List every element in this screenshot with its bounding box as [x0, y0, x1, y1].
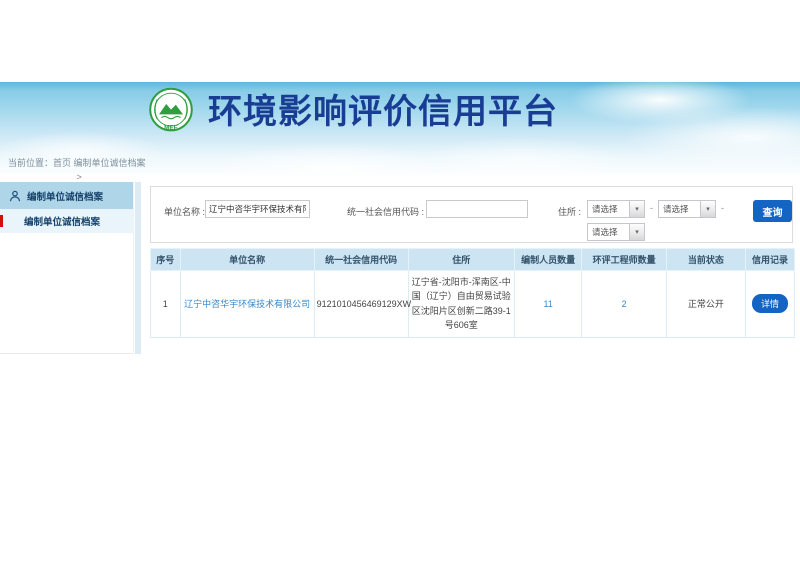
search-panel: 单位名称 : 统一社会信用代码 : 住所 : 请选择 ▾ - 请选择 ▾ - 请… [150, 186, 793, 243]
sidebar-divider [135, 182, 141, 354]
mee-logo-icon: MEE [147, 87, 195, 137]
engineer-count-link[interactable]: 2 [622, 299, 627, 309]
sidebar-item-label: 编制单位诚信档案 [24, 214, 100, 228]
site-title: 环境影响评价信用平台 [208, 87, 558, 137]
breadcrumb-current: 编制单位诚信档案 [74, 158, 146, 168]
dropdown-arrow-icon: ▾ [629, 201, 644, 217]
district-select-value: 请选择 [588, 226, 629, 238]
site-header: MEE 环境影响评价信用平台 当前位置：首页 > 编制单位诚信档案 [0, 82, 800, 176]
detail-button[interactable]: 详情 [752, 294, 788, 313]
city-select-value: 请选择 [659, 203, 700, 215]
sidebar-header-label: 编制单位诚信档案 [27, 189, 103, 203]
col-header-engineer-count: 环评工程师数量 [582, 249, 666, 271]
results-table: 序号 单位名称 统一社会信用代码 住所 编制人员数量 环评工程师数量 当前状态 … [150, 248, 795, 338]
col-header-unit-name: 单位名称 [180, 249, 314, 271]
search-button[interactable]: 查询 [753, 200, 792, 222]
col-header-index: 序号 [151, 249, 181, 271]
cell-address: 辽宁省-沈阳市-浑南区-中国（辽宁）自由贸易试验区沈阳片区创新二路39-1号60… [408, 271, 514, 338]
credit-code-input[interactable] [426, 200, 528, 218]
svg-text:MEE: MEE [164, 125, 179, 132]
staff-count-link[interactable]: 11 [543, 299, 552, 309]
cell-status: 正常公开 [666, 271, 745, 338]
col-header-credit-code: 统一社会信用代码 [314, 249, 408, 271]
table-header-row: 序号 单位名称 统一社会信用代码 住所 编制人员数量 环评工程师数量 当前状态 … [151, 249, 795, 271]
col-header-address: 住所 [408, 249, 514, 271]
col-header-staff-count: 编制人员数量 [514, 249, 582, 271]
col-header-status: 当前状态 [666, 249, 745, 271]
sidebar: 编制单位诚信档案 编制单位诚信档案 [0, 182, 134, 354]
select-separator: - [650, 203, 653, 213]
cell-credit-code: 9121010456469129XW [314, 271, 408, 338]
province-select[interactable]: 请选择 ▾ [587, 200, 645, 218]
credit-code-label: 统一社会信用代码 : [347, 205, 424, 218]
breadcrumb: 当前位置：首页 > 编制单位诚信档案 [8, 156, 146, 169]
user-icon [9, 190, 21, 202]
col-header-credit-record: 信用记录 [746, 249, 795, 271]
cell-index: 1 [151, 271, 181, 338]
unit-name-label: 单位名称 : [164, 205, 205, 218]
sidebar-header: 编制单位诚信档案 [0, 182, 133, 209]
city-select[interactable]: 请选择 ▾ [658, 200, 716, 218]
brand: MEE 环境影响评价信用平台 [147, 87, 558, 137]
breadcrumb-separator: > [77, 172, 82, 182]
district-select[interactable]: 请选择 ▾ [587, 223, 645, 241]
sidebar-item-archive[interactable]: 编制单位诚信档案 [0, 209, 133, 233]
province-select-value: 请选择 [588, 203, 629, 215]
address-label: 住所 : [558, 205, 581, 218]
dropdown-arrow-icon: ▾ [700, 201, 715, 217]
breadcrumb-home-link[interactable]: 首页 [53, 158, 71, 168]
active-marker [0, 215, 3, 227]
unit-name-input[interactable] [205, 200, 310, 218]
dropdown-arrow-icon: ▾ [629, 224, 644, 240]
select-separator: - [721, 203, 724, 213]
breadcrumb-prefix: 当前位置： [8, 158, 53, 168]
table-row: 1 辽宁中咨华宇环保技术有限公司 9121010456469129XW 辽宁省-… [151, 271, 795, 338]
page: MEE 环境影响评价信用平台 当前位置：首页 > 编制单位诚信档案 编制单位诚信… [0, 0, 800, 565]
company-name-link[interactable]: 辽宁中咨华宇环保技术有限公司 [184, 299, 310, 309]
